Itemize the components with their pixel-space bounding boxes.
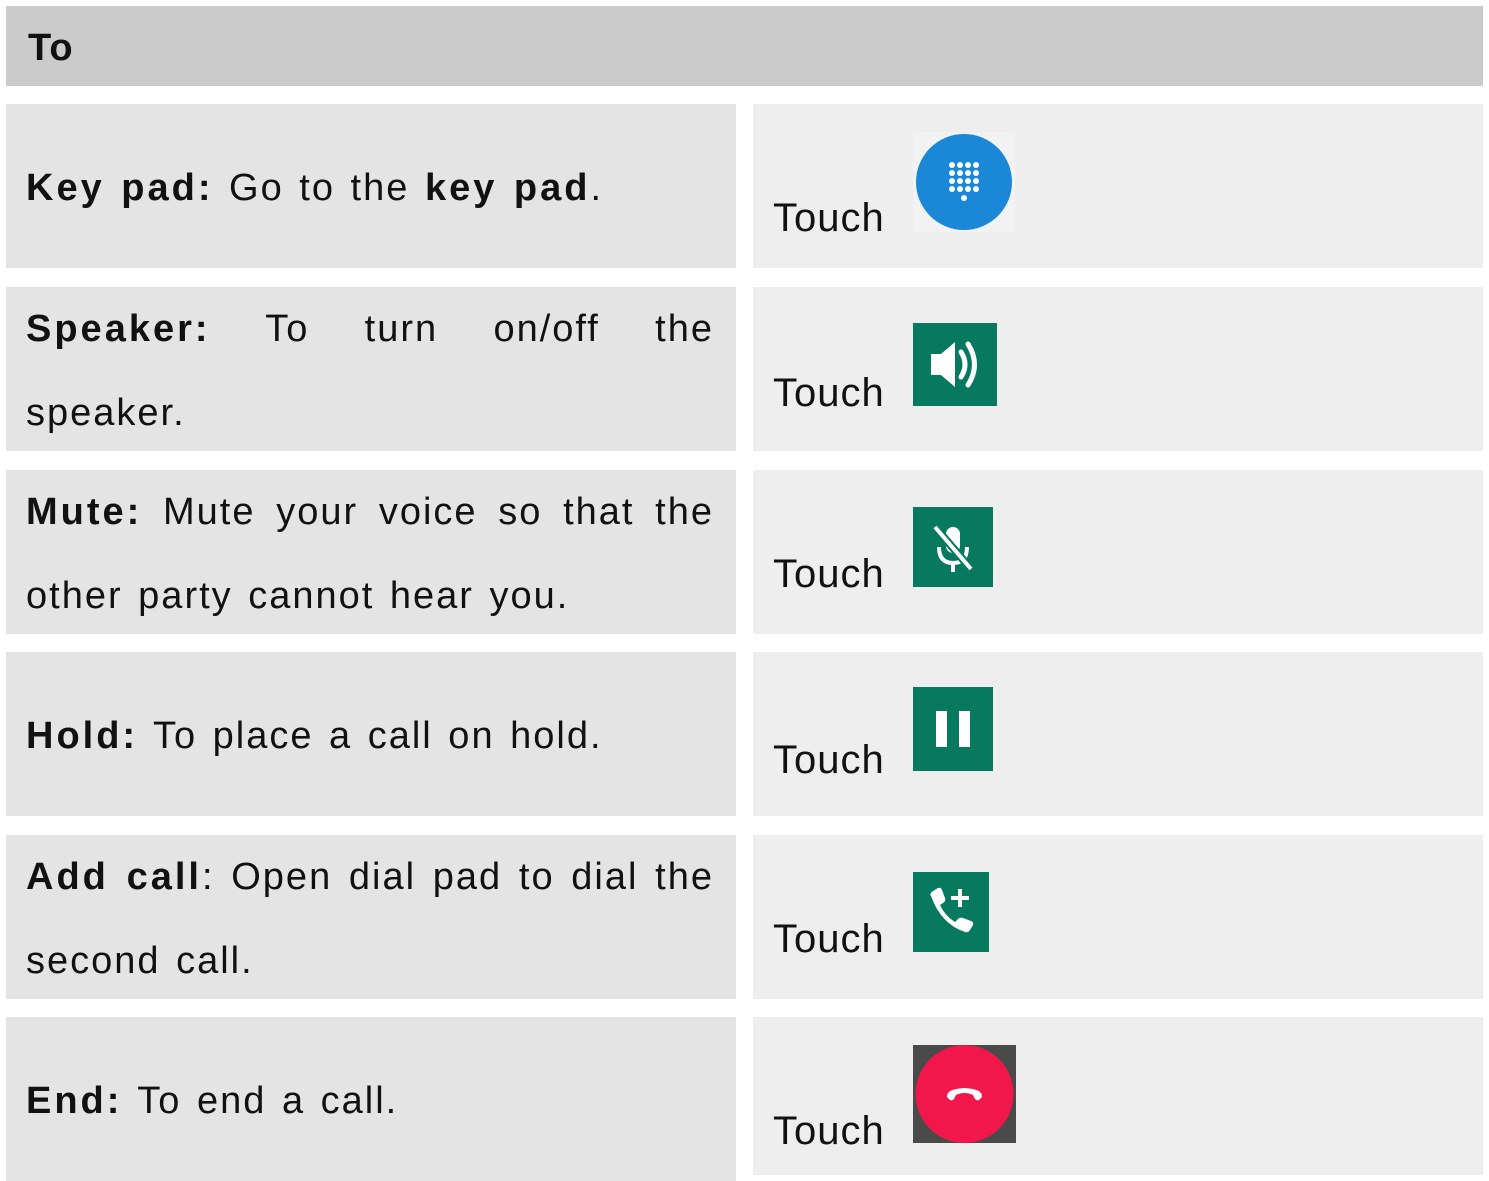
- row-end-action: Touch: [753, 1017, 1483, 1175]
- speaker-touch-label: Touch: [773, 371, 885, 415]
- add-call-description: Add call: Open dial pad to dial the seco…: [26, 835, 714, 999]
- hold-text: To place a call on hold.: [138, 715, 603, 757]
- end-description: End: To end a call.: [26, 1059, 714, 1143]
- end-term: End:: [26, 1080, 123, 1122]
- row-mute-description: Mute: Mute your voice so that the other …: [6, 470, 736, 634]
- hold-description: Hold: To place a call on hold.: [26, 694, 714, 778]
- table-header: To: [6, 6, 1483, 86]
- row-hold-description: Hold: To place a call on hold.: [6, 652, 736, 816]
- mute-term: Mute:: [26, 491, 143, 533]
- mic-off-icon[interactable]: [913, 507, 993, 587]
- end-touch-label: Touch: [773, 1109, 885, 1153]
- keypad-term: Key pad:: [26, 167, 214, 209]
- add-call-icon[interactable]: [913, 872, 989, 952]
- keypad-bold-text: key pad: [424, 167, 591, 209]
- row-mute-action: Touch: [753, 470, 1483, 634]
- mute-touch-label: Touch: [773, 552, 885, 596]
- keypad-touch-label: Touch: [773, 196, 885, 240]
- add-call-touch-label: Touch: [773, 917, 885, 961]
- pause-icon[interactable]: [913, 687, 993, 771]
- add-call-term: Add call: [26, 856, 202, 898]
- keypad-text: Go to the: [213, 167, 425, 209]
- end-text: To end a call.: [122, 1080, 399, 1122]
- row-keypad-description: Key pad: Go to the key pad.: [6, 104, 736, 268]
- row-keypad-action: Touch: [753, 104, 1483, 268]
- speaker-term: Speaker:: [26, 308, 211, 350]
- row-hold-action: Touch: [753, 652, 1483, 816]
- keypad-description: Key pad: Go to the key pad.: [26, 146, 714, 230]
- row-speaker-description: Speaker: To turn on/off the speaker.: [6, 287, 736, 451]
- row-end-description: End: To end a call.: [6, 1017, 736, 1181]
- row-add-call-action: Touch: [753, 835, 1483, 999]
- mute-description: Mute: Mute your voice so that the other …: [26, 470, 714, 634]
- header-title: To: [28, 27, 74, 69]
- keypad-period: .: [590, 167, 604, 209]
- row-add-call-description: Add call: Open dial pad to dial the seco…: [6, 835, 736, 999]
- speaker-icon[interactable]: [913, 323, 997, 406]
- hold-touch-label: Touch: [773, 738, 885, 782]
- hold-term: Hold:: [26, 715, 139, 757]
- row-speaker-action: Touch: [753, 287, 1483, 451]
- end-call-icon[interactable]: [913, 1045, 1016, 1143]
- speaker-description: Speaker: To turn on/off the speaker.: [26, 287, 714, 451]
- dialpad-icon[interactable]: [913, 132, 1015, 232]
